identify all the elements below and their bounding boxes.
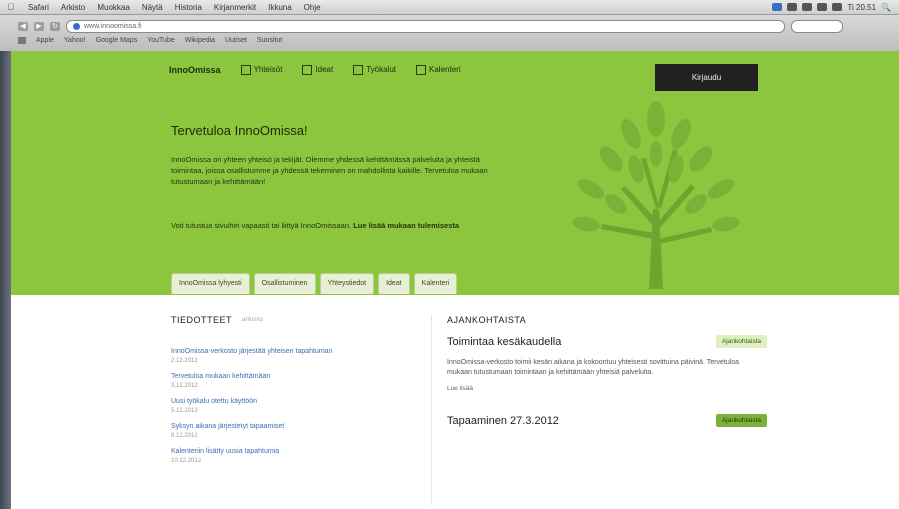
battery-icon[interactable] xyxy=(832,3,843,11)
tab-contact[interactable]: Yhteystiedot xyxy=(319,273,375,294)
news-list: InnoOmissa-verkosto järjestää yhteisen t… xyxy=(171,347,411,466)
bookmark-item[interactable]: Wikipedia xyxy=(185,37,215,44)
nav-item[interactable]: Yhteisöt xyxy=(240,65,282,75)
hero-paragraph: InnoOmissa on yhteen yhteisö ja tekijät.… xyxy=(171,155,488,186)
menu-file[interactable]: Arkisto xyxy=(55,3,91,12)
news-link[interactable]: Tervetuloa mukaan kehittämään xyxy=(171,372,411,382)
read-more-link[interactable]: Lue lisää xyxy=(447,385,767,392)
nav-item[interactable]: Kalenteri xyxy=(416,65,461,75)
url-row: ◀ ▶ ↻ www.innoomissa.fi xyxy=(18,19,843,33)
hero-paragraph-2: Voit tutustua sivuihin vapaasti tai liit… xyxy=(171,221,460,230)
site-logo[interactable]: InnoOmissa xyxy=(169,65,221,75)
tab-ideas[interactable]: Ideat xyxy=(378,273,410,294)
wifi-icon[interactable] xyxy=(802,3,813,11)
news-date: 2.12.2012 xyxy=(171,358,198,364)
forward-button[interactable]: ▶ xyxy=(34,21,44,31)
idea-icon xyxy=(302,65,313,75)
article-body: InnoOmissa-verkosto toimii kesän aikana … xyxy=(447,359,740,376)
url-text: www.innoomissa.fi xyxy=(84,22,142,30)
tree-illustration xyxy=(572,101,740,289)
news-date: 8.12.2012 xyxy=(171,433,198,439)
community-icon xyxy=(240,65,251,75)
bookmark-item[interactable]: YouTube xyxy=(147,37,175,44)
apple-menu-icon[interactable]:  xyxy=(0,2,22,12)
menu-extras: Ti 20.51 🔍 xyxy=(772,3,899,12)
bookmarks-book-icon[interactable] xyxy=(18,37,26,44)
menu-edit[interactable]: Muokkaa xyxy=(91,3,135,12)
tab-participation[interactable]: Osallistuminen xyxy=(253,273,316,294)
content-section: TIEDOTTEET arkisto InnoOmissa-verkosto j… xyxy=(11,295,899,509)
reload-button[interactable]: ↻ xyxy=(50,21,60,31)
spotlight-icon[interactable]: 🔍 xyxy=(881,3,891,12)
bookmark-item[interactable]: Google Maps xyxy=(96,37,138,44)
tab-intro[interactable]: InnoOmissa lyhyesti xyxy=(171,273,250,294)
hero-title: Tervetuloa InnoOmissa! xyxy=(171,123,308,138)
news-archive-link[interactable]: arkisto xyxy=(242,317,263,323)
address-bar[interactable]: www.innoomissa.fi xyxy=(66,19,785,33)
news-date: 5.12.2012 xyxy=(171,408,198,414)
desktop-edge xyxy=(0,51,11,509)
calendar-icon xyxy=(416,65,427,75)
tools-icon xyxy=(353,65,364,75)
news-date: 3.12.2012 xyxy=(171,383,198,389)
menu-safari[interactable]: Safari xyxy=(22,3,55,12)
os-menu-bar:  Safari Arkisto Muokkaa Näytä Historia … xyxy=(0,0,899,15)
menu-bookmarks[interactable]: Kirjanmerkit xyxy=(208,3,262,12)
app-tray-icon[interactable] xyxy=(772,3,783,11)
article-header: Tapaaminen 27.3.2012 Ajankohtaista xyxy=(447,414,767,427)
news-link[interactable]: Kalenteriin lisätty uusia tapahtumia xyxy=(171,447,411,457)
nav-item[interactable]: Ideat xyxy=(302,65,333,75)
news-item: Kalenteriin lisätty uusia tapahtumia 10.… xyxy=(171,447,411,466)
bookmark-item[interactable]: Suositut xyxy=(257,37,282,44)
article-title[interactable]: Toimintaa kesäkaudella xyxy=(447,336,561,348)
news-item: Uusi työkalu otettu käyttöön 5.12.2012 xyxy=(171,397,411,416)
login-button[interactable]: Kirjaudu xyxy=(655,64,758,91)
bookmark-item[interactable]: Apple xyxy=(36,37,54,44)
article-header: Toimintaa kesäkaudella Ajankohtaista xyxy=(447,335,767,348)
news-item: Tervetuloa mukaan kehittämään 3.12.2012 xyxy=(171,372,411,391)
menu-history[interactable]: Historia xyxy=(169,3,208,12)
bookmark-item[interactable]: Yahoo! xyxy=(64,37,86,44)
article-tag[interactable]: Ajankohtaista xyxy=(715,414,767,427)
bookmarks-bar: Apple Yahoo! Google Maps YouTube Wikiped… xyxy=(18,37,282,44)
bookmark-item[interactable]: Uutiset xyxy=(225,37,247,44)
news-column: TIEDOTTEET arkisto InnoOmissa-verkosto j… xyxy=(171,315,411,472)
clock[interactable]: Ti 20.51 xyxy=(847,3,876,12)
tab-calendar[interactable]: Kalenteri xyxy=(413,273,458,294)
browser-toolbar: ◀ ▶ ↻ www.innoomissa.fi Apple Yahoo! Goo… xyxy=(0,15,899,52)
bluetooth-icon[interactable] xyxy=(787,3,798,11)
menu-help[interactable]: Ohje xyxy=(298,3,327,12)
news-link[interactable]: InnoOmissa-verkosto järjestää yhteisen t… xyxy=(171,347,411,357)
section-tabs: InnoOmissa lyhyesti Osallistuminen Yhtey… xyxy=(171,273,458,294)
news-link[interactable]: Uusi työkalu otettu käyttöön xyxy=(171,397,411,407)
news-date: 10.12.2012 xyxy=(171,458,202,464)
column-divider xyxy=(431,315,432,505)
current-column: AJANKOHTAISTA Toimintaa kesäkaudella Aja… xyxy=(447,315,767,427)
news-item: InnoOmissa-verkosto järjestää yhteisen t… xyxy=(171,347,411,366)
search-field[interactable] xyxy=(791,19,843,33)
site-navigation: InnoOmissa Yhteisöt Ideat Työkalut Kalen… xyxy=(169,65,461,75)
join-link[interactable]: Lue lisää mukaan tulemisesta xyxy=(353,221,459,230)
hero-section: InnoOmissa Yhteisöt Ideat Työkalut Kalen… xyxy=(11,51,899,295)
menu-view[interactable]: Näytä xyxy=(136,3,169,12)
article-tag[interactable]: Ajankohtaista xyxy=(715,335,767,348)
nav-item[interactable]: Työkalut xyxy=(353,65,396,75)
news-link[interactable]: Syksyn aikana järjestetyt tapaamiset xyxy=(171,422,411,432)
current-heading: AJANKOHTAISTA xyxy=(447,315,527,325)
back-button[interactable]: ◀ xyxy=(18,21,28,31)
article-title[interactable]: Tapaaminen 27.3.2012 xyxy=(447,415,559,427)
site-icon xyxy=(73,22,80,30)
volume-icon[interactable] xyxy=(817,3,828,11)
menu-window[interactable]: Ikkuna xyxy=(262,3,298,12)
news-item: Syksyn aikana järjestetyt tapaamiset 8.1… xyxy=(171,422,411,441)
news-heading: TIEDOTTEET arkisto xyxy=(171,315,264,325)
